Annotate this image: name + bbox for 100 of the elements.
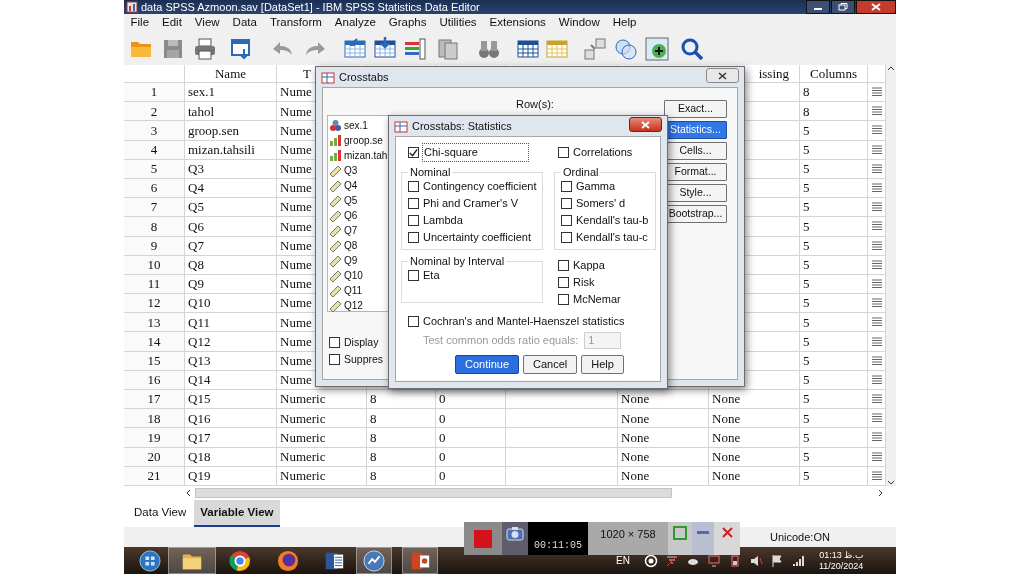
checkbox[interactable] bbox=[558, 294, 569, 305]
restore-button[interactable] bbox=[831, 0, 855, 14]
vertical-scrollbar[interactable] bbox=[886, 65, 896, 486]
dialog-title: Crosstabs: Statistics bbox=[412, 118, 512, 134]
list-icon[interactable] bbox=[403, 36, 427, 61]
checkbox-label[interactable]: Correlations bbox=[573, 144, 633, 161]
ruler-icon bbox=[329, 194, 342, 207]
search-icon[interactable] bbox=[680, 36, 704, 61]
checkbox-label[interactable]: Cochran's and Mantel-Haenszel statistics bbox=[423, 313, 625, 330]
checkbox[interactable] bbox=[561, 215, 572, 226]
checkbox[interactable] bbox=[408, 181, 419, 192]
clock-date[interactable]: 11/20/2024 bbox=[818, 560, 864, 572]
menu-item[interactable]: Extensions bbox=[483, 14, 553, 32]
checkbox-label[interactable]: Contingency coefficient bbox=[423, 178, 537, 195]
checkbox[interactable] bbox=[408, 232, 419, 243]
checkbox[interactable] bbox=[561, 181, 572, 192]
table-cell: Q4 bbox=[185, 178, 277, 199]
menu-item[interactable]: Window bbox=[552, 14, 607, 32]
close-button[interactable] bbox=[629, 117, 662, 132]
list-item[interactable]: Q12 bbox=[344, 298, 363, 313]
menu-item[interactable]: Edit bbox=[155, 14, 189, 32]
row-number: 8 bbox=[124, 217, 185, 237]
checkbox-label[interactable]: Gamma bbox=[576, 178, 616, 195]
record-icon[interactable] bbox=[643, 553, 658, 568]
scrollbar-thumb[interactable] bbox=[195, 488, 672, 498]
menu-item[interactable]: Utilities bbox=[433, 14, 484, 32]
globe-icon[interactable] bbox=[277, 549, 299, 572]
add-icon[interactable] bbox=[645, 36, 669, 61]
checkbox-label[interactable]: Eta bbox=[423, 267, 440, 284]
checkbox[interactable] bbox=[561, 198, 572, 209]
menu-item[interactable]: Transform bbox=[263, 14, 329, 32]
circles-icon[interactable] bbox=[614, 36, 638, 61]
table-arrow-icon[interactable] bbox=[343, 36, 367, 61]
table-cell: 5 bbox=[800, 313, 868, 333]
language-indicator[interactable]: EN bbox=[616, 553, 630, 568]
signal-icon[interactable] bbox=[790, 553, 805, 568]
table-cell: 8 bbox=[367, 409, 436, 429]
print-icon[interactable] bbox=[193, 36, 217, 61]
menu-item[interactable]: Help bbox=[606, 14, 643, 32]
checkbox-label[interactable]: Kappa bbox=[573, 257, 605, 274]
checkbox-label[interactable]: Chi-square bbox=[423, 144, 528, 161]
dialog-button[interactable]: Continue bbox=[455, 355, 520, 374]
clock-time[interactable]: 01:13 ب.ظ bbox=[818, 549, 864, 561]
table-cell: Q3 bbox=[185, 159, 277, 179]
speaker-icon[interactable] bbox=[748, 553, 763, 568]
start-button-icon[interactable] bbox=[139, 549, 161, 572]
close-button[interactable] bbox=[706, 68, 739, 83]
menu-item[interactable]: File bbox=[124, 14, 156, 32]
checkbox[interactable] bbox=[408, 270, 419, 281]
monitor-icon[interactable] bbox=[706, 553, 721, 568]
checkbox-label[interactable]: Kendall's tau-c bbox=[576, 229, 648, 246]
row-number: 7 bbox=[124, 198, 185, 218]
list-item[interactable]: Q8 bbox=[344, 238, 358, 253]
checkbox[interactable] bbox=[408, 316, 419, 327]
table-cell: Q13 bbox=[185, 351, 277, 371]
checkbox-label[interactable]: Phi and Cramer's V bbox=[423, 195, 519, 212]
checkbox[interactable] bbox=[329, 354, 340, 365]
dialog-button[interactable]: Cancel bbox=[523, 355, 578, 374]
checkbox-label[interactable]: Uncertainty coefficient bbox=[423, 229, 532, 246]
camera-button[interactable] bbox=[502, 522, 528, 555]
ring-icon[interactable] bbox=[229, 549, 251, 572]
column-header: Columns bbox=[800, 65, 868, 83]
align-icon bbox=[871, 298, 882, 309]
close-icon bbox=[718, 71, 727, 80]
table-cell: None bbox=[709, 390, 800, 410]
checkbox[interactable] bbox=[408, 198, 419, 209]
checkbox[interactable] bbox=[558, 260, 569, 271]
menu-item[interactable]: View bbox=[188, 14, 227, 32]
list-item[interactable]: Q9 bbox=[344, 253, 358, 268]
checkbox-label[interactable]: Kendall's tau-b bbox=[576, 212, 649, 229]
checkbox-label[interactable]: Lambda bbox=[423, 212, 463, 229]
list-item[interactable]: Q7 bbox=[344, 223, 358, 238]
checkbox[interactable] bbox=[558, 147, 569, 158]
checkbox-label[interactable]: Somers' d bbox=[576, 195, 626, 212]
window-arrow-icon[interactable] bbox=[229, 36, 253, 61]
checkbox[interactable] bbox=[408, 215, 419, 226]
network-off-icon[interactable] bbox=[664, 553, 679, 568]
flag-icon[interactable] bbox=[769, 553, 784, 568]
chart-icon[interactable] bbox=[363, 549, 385, 572]
table-cell: None bbox=[618, 390, 709, 410]
list-item[interactable]: Q3 bbox=[344, 163, 358, 178]
close-button[interactable] bbox=[856, 0, 896, 14]
table-download-icon[interactable] bbox=[373, 36, 397, 61]
minimize-button[interactable] bbox=[806, 0, 830, 14]
square-icon bbox=[474, 529, 492, 548]
checkbox[interactable] bbox=[558, 277, 569, 288]
labels-icon[interactable] bbox=[583, 36, 607, 61]
dialog-button[interactable]: Help bbox=[581, 355, 624, 374]
table-cell: Q5 bbox=[185, 198, 277, 218]
checkbox[interactable] bbox=[561, 232, 572, 243]
menu-item[interactable]: Graphs bbox=[382, 14, 433, 32]
menu-item[interactable]: Data bbox=[226, 14, 264, 32]
checkbox-label[interactable]: Risk bbox=[573, 274, 595, 291]
checkbox[interactable] bbox=[329, 337, 340, 348]
dialog-button[interactable]: Exact... bbox=[664, 100, 727, 118]
checkbox-label[interactable]: McNemar bbox=[573, 291, 621, 308]
list-item[interactable]: Q4 bbox=[344, 178, 358, 193]
menu-item[interactable]: Analyze bbox=[328, 14, 383, 32]
checkbox[interactable] bbox=[408, 147, 419, 158]
tab[interactable]: Variable View bbox=[194, 499, 280, 528]
